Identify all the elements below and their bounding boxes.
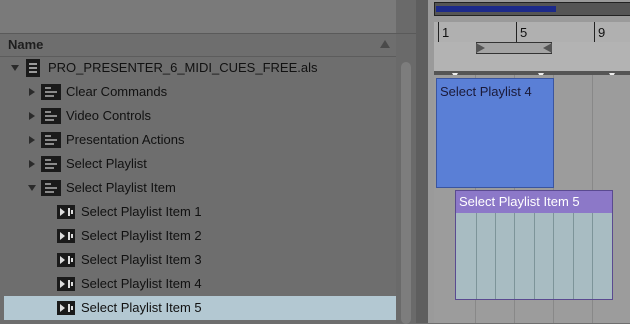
midi-clip-icon xyxy=(57,205,75,219)
browser-item-clip-3[interactable]: Select Playlist Item 3 xyxy=(0,248,396,272)
arrangement-clip-select-playlist-4[interactable]: Select Playlist 4 xyxy=(436,78,554,188)
expand-triangle-icon[interactable] xyxy=(29,112,35,120)
midi-track-icon xyxy=(41,180,61,196)
browser-toolbar xyxy=(0,0,416,34)
panel-divider[interactable] xyxy=(416,0,428,323)
expand-triangle-icon[interactable] xyxy=(29,136,35,144)
browser-item-label: Select Playlist Item 5 xyxy=(81,300,202,315)
beat-time-ruler[interactable]: 1 5 9 xyxy=(434,22,630,42)
browser-item-clip-5[interactable]: Select Playlist Item 5 xyxy=(4,296,396,320)
overview-visible-range[interactable] xyxy=(436,6,556,12)
browser-item-label: Select Playlist Item 1 xyxy=(81,204,202,219)
loop-brace[interactable] xyxy=(476,42,552,54)
browser-item-label: Select Playlist Item 2 xyxy=(81,228,202,243)
browser-item-select-playlist[interactable]: Select Playlist xyxy=(0,152,396,176)
browser-item-presentation-actions[interactable]: Presentation Actions xyxy=(0,128,396,152)
clip-header[interactable]: Select Playlist Item 5 xyxy=(456,191,612,213)
browser-item-video-controls[interactable]: Video Controls xyxy=(0,104,396,128)
collapse-triangle-icon[interactable] xyxy=(28,185,36,191)
clip-title: Select Playlist 4 xyxy=(440,84,532,99)
browser-item-set-file[interactable]: PRO_PRESENTER_6_MIDI_CUES_FREE.als xyxy=(0,56,396,80)
browser-item-label: Select Playlist Item xyxy=(66,180,176,195)
name-column-header[interactable]: Name xyxy=(0,34,396,57)
browser-item-clip-1[interactable]: Select Playlist Item 1 xyxy=(0,200,396,224)
live-set-file-icon xyxy=(26,59,40,77)
arrangement-clip-select-playlist-item-5[interactable]: Select Playlist Item 5 xyxy=(455,190,613,300)
ruler-bar-number: 1 xyxy=(442,25,450,40)
browser-item-select-playlist-item[interactable]: Select Playlist Item xyxy=(0,176,396,200)
midi-track-icon xyxy=(41,84,61,100)
browser-item-clear-commands[interactable]: Clear Commands xyxy=(0,80,396,104)
browser-toolbar-corner xyxy=(396,0,416,33)
browser-item-label: Video Controls xyxy=(66,108,152,123)
loop-start-handle-icon[interactable] xyxy=(476,43,485,53)
file-browser: Name PRO_PRESENTER_6_MIDI_CUES_FREE.als … xyxy=(0,0,416,324)
browser-item-label: Select Playlist xyxy=(66,156,147,171)
midi-track-icon xyxy=(41,108,61,124)
browser-item-label: Select Playlist Item 4 xyxy=(81,276,202,291)
midi-clip-icon xyxy=(57,253,75,267)
browser-scrollbar[interactable] xyxy=(396,34,416,324)
browser-item-clip-2[interactable]: Select Playlist Item 2 xyxy=(0,224,396,248)
midi-track-icon xyxy=(41,132,61,148)
midi-clip-icon xyxy=(57,277,75,291)
collapse-triangle-icon[interactable] xyxy=(11,65,19,71)
browser-item-label: Select Playlist Item 3 xyxy=(81,252,202,267)
ruler-bar-number: 9 xyxy=(598,25,606,40)
browser-item-label: Presentation Actions xyxy=(66,132,185,147)
clip-title: Select Playlist Item 5 xyxy=(459,194,580,209)
browser-item-label: PRO_PRESENTER_6_MIDI_CUES_FREE.als xyxy=(48,60,318,75)
arrangement-overview[interactable] xyxy=(434,2,630,16)
midi-clip-icon xyxy=(57,229,75,243)
midi-clip-icon xyxy=(57,301,75,315)
midi-track-icon xyxy=(41,156,61,172)
name-column-label: Name xyxy=(8,37,44,52)
browser-item-clip-4[interactable]: Select Playlist Item 4 xyxy=(0,272,396,296)
expand-triangle-icon[interactable] xyxy=(29,88,35,96)
browser-scrollbar-thumb[interactable] xyxy=(401,62,411,324)
expand-triangle-icon[interactable] xyxy=(29,160,35,168)
ruler-bar-number: 5 xyxy=(520,25,528,40)
loop-end-handle-icon[interactable] xyxy=(543,43,552,53)
browser-item-label: Clear Commands xyxy=(66,84,168,99)
sort-ascending-icon[interactable] xyxy=(380,40,390,48)
